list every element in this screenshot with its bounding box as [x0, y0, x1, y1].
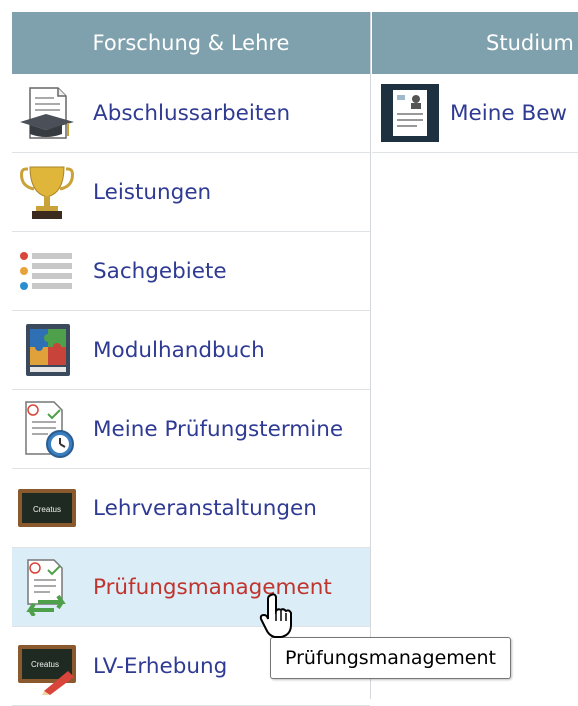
- application-document-icon: [381, 84, 439, 142]
- hand-pointer-icon: [259, 593, 297, 643]
- menu-item-abschlussarbeiten[interactable]: Abschlussarbeiten: [12, 74, 370, 153]
- menu-item-label: Sachgebiete: [93, 258, 227, 284]
- menu-item-label: Lehrveranstaltungen: [93, 495, 317, 521]
- menu-item-modulhandbuch[interactable]: Modulhandbuch: [12, 311, 370, 390]
- menu-item-meine-bewerbungen[interactable]: Meine Bew: [372, 74, 578, 153]
- exam-management-icon: [18, 558, 76, 616]
- chalkboard-text: Сreatus: [31, 660, 59, 669]
- menu-item-sachgebiete[interactable]: Sachgebiete: [12, 232, 370, 311]
- menu-item-leistungen[interactable]: Leistungen: [12, 153, 370, 232]
- menu-item-label: Leistungen: [93, 179, 212, 205]
- menu-item-pruefungsmanagement[interactable]: Prüfungsmanagement: [12, 548, 370, 627]
- tooltip: Prüfungsmanagement: [270, 637, 511, 679]
- menu-item-label: Meine Prüfungstermine: [93, 416, 344, 442]
- menu-item-lehrveranstaltungen[interactable]: Сreatus Lehrveranstaltungen: [12, 469, 370, 548]
- exam-clock-icon: [18, 400, 76, 458]
- puzzle-book-icon: [18, 321, 76, 379]
- chalkboard-pencil-icon: Сreatus: [18, 637, 76, 695]
- thesis-graduation-cap-icon: [18, 84, 76, 142]
- menu-item-meine-pruefungstermine[interactable]: Meine Prüfungstermine: [12, 390, 370, 469]
- chalkboard-icon: Сreatus: [18, 479, 76, 537]
- column-studium: Studium Meine Bew: [372, 12, 578, 699]
- menu-item-label: Meine Bew: [450, 100, 568, 126]
- menu-item-label: Abschlussarbeiten: [93, 100, 291, 126]
- trophy-icon: [18, 163, 76, 221]
- chalkboard-text: Сreatus: [33, 505, 61, 514]
- menu-item-label: LV-Erhebung: [93, 653, 228, 679]
- category-list-icon: [18, 242, 76, 300]
- column-forschung-lehre: Forschung & Lehre Abschlussarbeiten Leis…: [12, 12, 371, 706]
- column-header: Studium: [372, 12, 578, 74]
- menu-item-label: Modulhandbuch: [93, 337, 265, 363]
- column-header: Forschung & Lehre: [12, 12, 370, 74]
